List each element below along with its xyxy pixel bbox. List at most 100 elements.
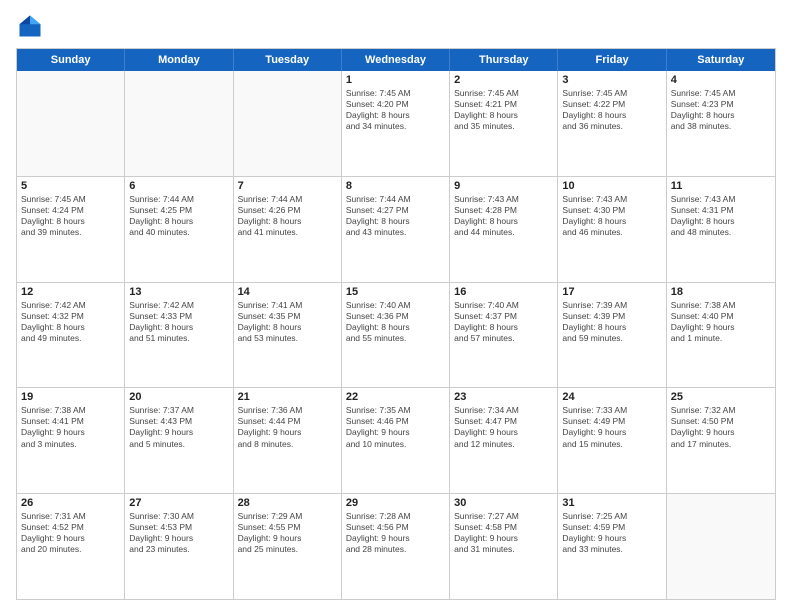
cell-line: Sunset: 4:25 PM [129,205,228,216]
calendar-week-4: 19Sunrise: 7:38 AMSunset: 4:41 PMDayligh… [17,387,775,493]
day-header-saturday: Saturday [667,49,775,71]
day-number: 28 [238,497,337,509]
day-number: 8 [346,180,445,192]
cell-line: Daylight: 8 hours [129,322,228,333]
calendar-cell [17,71,125,176]
day-header-friday: Friday [558,49,666,71]
cell-line: Sunset: 4:55 PM [238,522,337,533]
cell-line: and 53 minutes. [238,333,337,344]
day-number: 7 [238,180,337,192]
cell-line: Sunrise: 7:44 AM [346,194,445,205]
cell-line: and 5 minutes. [129,439,228,450]
day-header-monday: Monday [125,49,233,71]
cell-line: and 23 minutes. [129,544,228,555]
cell-line: Sunrise: 7:45 AM [346,88,445,99]
day-number: 1 [346,74,445,86]
cell-line: Sunrise: 7:44 AM [129,194,228,205]
cell-line: Daylight: 9 hours [562,427,661,438]
cell-line: Sunrise: 7:27 AM [454,511,553,522]
cell-line: Daylight: 8 hours [346,322,445,333]
day-header-sunday: Sunday [17,49,125,71]
cell-line: Sunset: 4:41 PM [21,416,120,427]
day-number: 21 [238,391,337,403]
cell-line: Sunset: 4:39 PM [562,311,661,322]
cell-line: Sunrise: 7:45 AM [671,88,771,99]
calendar-cell: 13Sunrise: 7:42 AMSunset: 4:33 PMDayligh… [125,283,233,388]
cell-line: and 10 minutes. [346,439,445,450]
logo [16,12,48,40]
calendar-cell: 21Sunrise: 7:36 AMSunset: 4:44 PMDayligh… [234,388,342,493]
cell-line: Sunset: 4:32 PM [21,311,120,322]
calendar-cell: 9Sunrise: 7:43 AMSunset: 4:28 PMDaylight… [450,177,558,282]
day-number: 3 [562,74,661,86]
cell-line: Sunrise: 7:37 AM [129,405,228,416]
calendar-cell: 2Sunrise: 7:45 AMSunset: 4:21 PMDaylight… [450,71,558,176]
day-number: 6 [129,180,228,192]
calendar-cell: 23Sunrise: 7:34 AMSunset: 4:47 PMDayligh… [450,388,558,493]
cell-line: Sunset: 4:24 PM [21,205,120,216]
day-number: 31 [562,497,661,509]
day-number: 4 [671,74,771,86]
day-number: 9 [454,180,553,192]
calendar-cell: 20Sunrise: 7:37 AMSunset: 4:43 PMDayligh… [125,388,233,493]
day-number: 5 [21,180,120,192]
day-header-tuesday: Tuesday [234,49,342,71]
cell-line: and 51 minutes. [129,333,228,344]
page: SundayMondayTuesdayWednesdayThursdayFrid… [0,0,792,612]
cell-line: Sunrise: 7:34 AM [454,405,553,416]
calendar-cell: 4Sunrise: 7:45 AMSunset: 4:23 PMDaylight… [667,71,775,176]
cell-line: Sunrise: 7:42 AM [129,300,228,311]
cell-line: Sunrise: 7:41 AM [238,300,337,311]
cell-line: Daylight: 9 hours [21,427,120,438]
day-number: 24 [562,391,661,403]
calendar-header-row: SundayMondayTuesdayWednesdayThursdayFrid… [17,49,775,71]
calendar-cell: 26Sunrise: 7:31 AMSunset: 4:52 PMDayligh… [17,494,125,599]
day-number: 27 [129,497,228,509]
calendar: SundayMondayTuesdayWednesdayThursdayFrid… [16,48,776,600]
cell-line: Daylight: 8 hours [129,216,228,227]
day-number: 17 [562,286,661,298]
cell-line: and 46 minutes. [562,227,661,238]
cell-line: Daylight: 8 hours [238,216,337,227]
cell-line: Daylight: 8 hours [238,322,337,333]
calendar-week-5: 26Sunrise: 7:31 AMSunset: 4:52 PMDayligh… [17,493,775,599]
cell-line: Sunrise: 7:38 AM [21,405,120,416]
cell-line: Sunrise: 7:32 AM [671,405,771,416]
cell-line: Daylight: 9 hours [21,533,120,544]
day-number: 25 [671,391,771,403]
cell-line: Daylight: 8 hours [346,216,445,227]
cell-line: Sunrise: 7:39 AM [562,300,661,311]
cell-line: Sunrise: 7:33 AM [562,405,661,416]
cell-line: Sunset: 4:21 PM [454,99,553,110]
cell-line: Daylight: 8 hours [562,110,661,121]
cell-line: Daylight: 8 hours [454,322,553,333]
cell-line: Daylight: 9 hours [129,427,228,438]
calendar-cell: 16Sunrise: 7:40 AMSunset: 4:37 PMDayligh… [450,283,558,388]
cell-line: Sunrise: 7:40 AM [346,300,445,311]
cell-line: and 31 minutes. [454,544,553,555]
cell-line: Daylight: 9 hours [454,427,553,438]
cell-line: and 38 minutes. [671,121,771,132]
cell-line: Daylight: 9 hours [238,427,337,438]
calendar-cell: 12Sunrise: 7:42 AMSunset: 4:32 PMDayligh… [17,283,125,388]
calendar-week-3: 12Sunrise: 7:42 AMSunset: 4:32 PMDayligh… [17,282,775,388]
header [16,12,776,40]
calendar-cell: 5Sunrise: 7:45 AMSunset: 4:24 PMDaylight… [17,177,125,282]
cell-line: and 12 minutes. [454,439,553,450]
cell-line: Daylight: 9 hours [129,533,228,544]
cell-line: and 40 minutes. [129,227,228,238]
cell-line: Sunrise: 7:35 AM [346,405,445,416]
cell-line: Daylight: 8 hours [562,216,661,227]
day-number: 26 [21,497,120,509]
cell-line: Sunset: 4:30 PM [562,205,661,216]
day-header-wednesday: Wednesday [342,49,450,71]
cell-line: Sunset: 4:20 PM [346,99,445,110]
calendar-cell: 6 Sunrise: 7:44 AMSunset: 4:25 PMDaylight… [125,177,233,282]
calendar-cell: 27Sunrise: 7:30 AMSunset: 4:53 PMDayligh… [125,494,233,599]
cell-line: and 35 minutes. [454,121,553,132]
cell-line: Sunset: 4:35 PM [238,311,337,322]
cell-line: Daylight: 8 hours [671,110,771,121]
calendar-cell: 8Sunrise: 7:44 AMSunset: 4:27 PMDaylight… [342,177,450,282]
calendar-cell: 25Sunrise: 7:32 AMSunset: 4:50 PMDayligh… [667,388,775,493]
day-number: 13 [129,286,228,298]
